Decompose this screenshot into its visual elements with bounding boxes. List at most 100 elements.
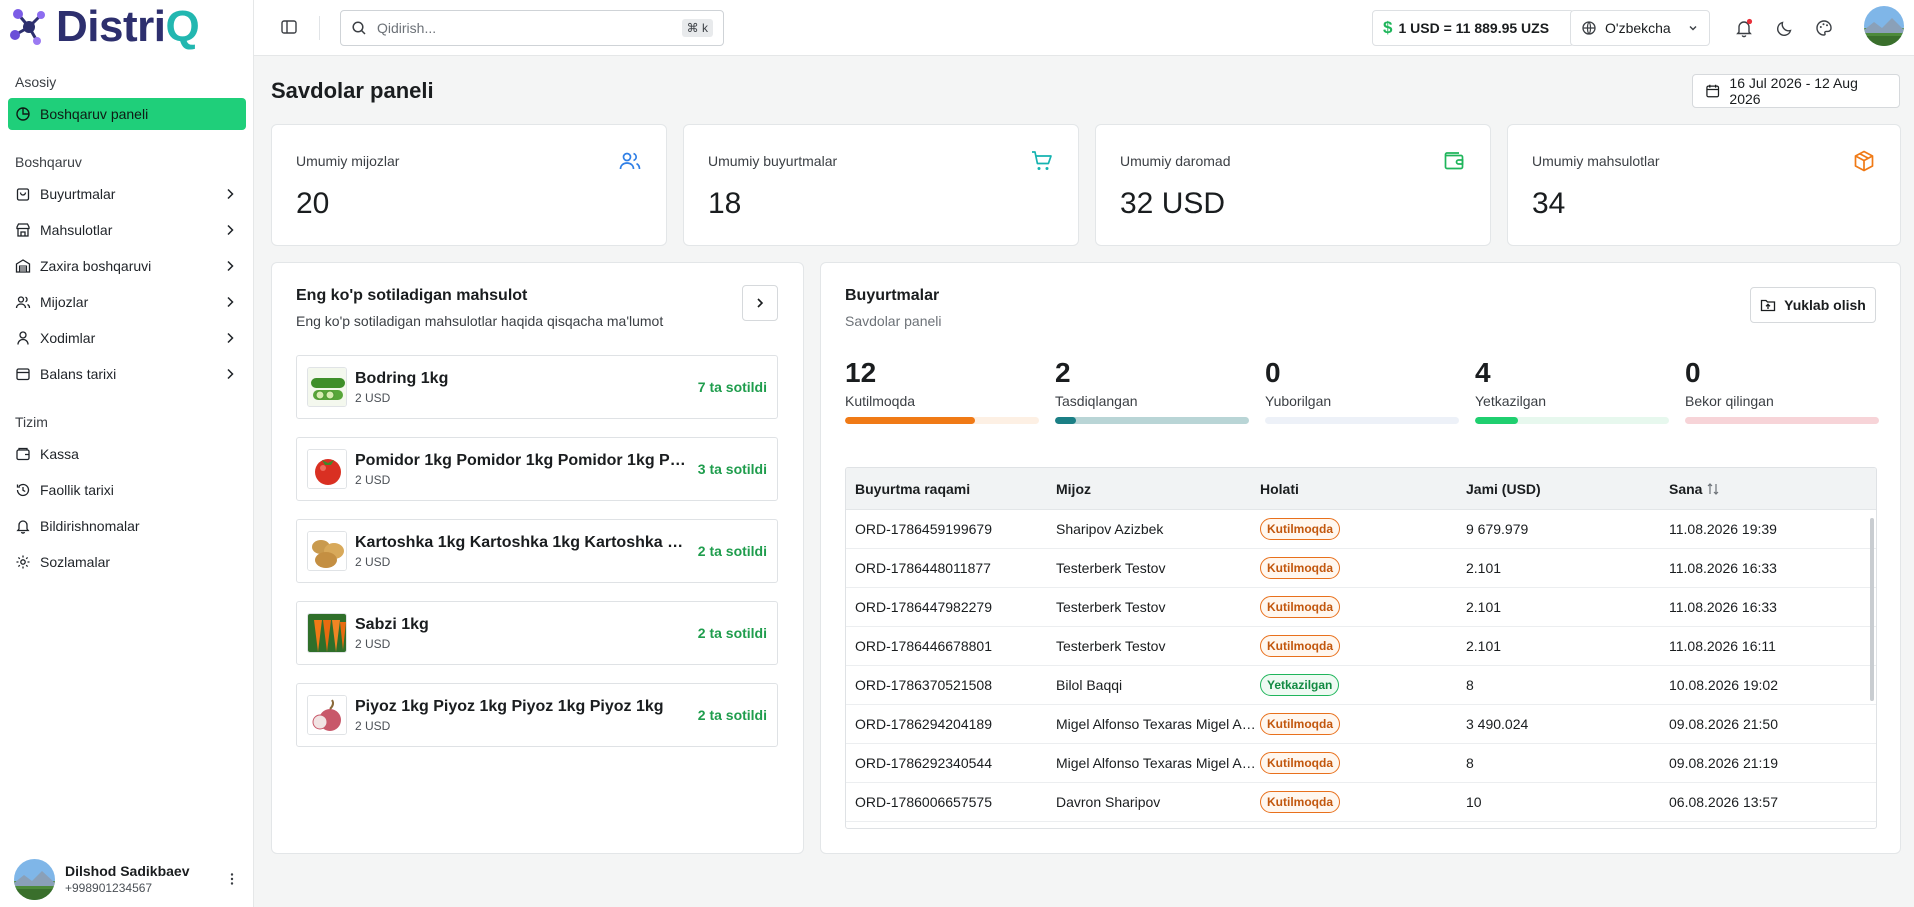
product-sold-count: 2 ta sotildi xyxy=(697,543,767,559)
more-vertical-icon[interactable] xyxy=(224,871,240,887)
palette-icon[interactable] xyxy=(1814,18,1834,38)
metric-value: 0 xyxy=(1265,357,1281,388)
stat-label: Umumiy mahsulotlar xyxy=(1532,153,1660,169)
product-item[interactable]: Pomidor 1kg Pomidor 1kg Pomidor 1kg Pomi… xyxy=(296,437,778,501)
warehouse-icon xyxy=(15,259,31,273)
section-label-system: Tizim xyxy=(15,414,48,430)
table-row[interactable]: ORD-1786446678801 Testerberk Testov Kutilm… xyxy=(846,627,1876,666)
product-item[interactable]: Bodring 1kg 2 USD 7 ta sotildi xyxy=(296,355,778,419)
product-item[interactable]: Piyoz 1kg Piyoz 1kg Piyoz 1kg Piyoz 1kg 2… xyxy=(296,683,778,747)
column-header[interactable]: Mijoz xyxy=(1052,481,1258,497)
sidebar-item-label: Balans tarixi xyxy=(40,366,117,382)
calendar-icon xyxy=(1706,84,1720,98)
sidebar-item-activity-history[interactable]: Faollik tarixi xyxy=(8,474,246,506)
date-range-picker[interactable]: 16 Jul 2026 - 12 Aug 2026 xyxy=(1692,74,1900,108)
panel-title: Eng ko'p sotiladigan mahsulot xyxy=(296,287,528,304)
order-id: ORD-1786370521508 xyxy=(855,677,992,693)
notification-bell-icon[interactable] xyxy=(1734,18,1754,38)
sidebar-item-dashboard[interactable]: Boshqaruv paneli xyxy=(8,98,246,130)
section-label-manage: Boshqaruv xyxy=(15,154,82,170)
sidebar-item-products[interactable]: Mahsulotlar xyxy=(8,214,246,246)
bag-icon xyxy=(16,188,30,201)
gear-icon xyxy=(16,555,30,569)
metric-label: Yetkazilgan xyxy=(1475,393,1547,409)
search-input[interactable]: Qidirish... ⌘ k xyxy=(340,10,724,46)
onion-image xyxy=(308,696,346,734)
metric-label: Kutilmoqda xyxy=(845,393,916,409)
sidebar-item-employees[interactable]: Xodimlar xyxy=(8,322,246,354)
order-total: 8 xyxy=(1466,677,1474,693)
metric-label: Yuborilgan xyxy=(1265,393,1332,409)
metric-progress-fill xyxy=(1475,417,1518,424)
chevron-right-icon xyxy=(227,332,234,344)
sidebar-item-customers[interactable]: Mijozlar xyxy=(8,286,246,318)
chevron-down-icon xyxy=(1689,26,1697,31)
globe-icon xyxy=(1582,21,1596,35)
product-name: Pomidor 1kg Pomidor 1kg Pomidor 1kg Pomi… xyxy=(355,451,690,469)
sidebar-item-orders[interactable]: Buyurtmalar xyxy=(8,178,246,210)
stat-value: 18 xyxy=(708,187,742,220)
logo-text: Distri xyxy=(56,2,166,51)
search-icon xyxy=(352,21,366,35)
sidebar-item-cashbox[interactable]: Kassa xyxy=(8,438,246,470)
column-header[interactable]: Jami (USD) xyxy=(1464,481,1667,497)
sidebar-item-notifications[interactable]: Bildirishnomalar xyxy=(8,510,246,542)
table-body: ORD-1786459199679 Sharipov Azizbek Kutilmo… xyxy=(846,510,1876,822)
sidebar-item-balance-history[interactable]: Balans tarixi xyxy=(8,358,246,390)
header-divider xyxy=(319,16,320,40)
sort-icon xyxy=(1708,482,1719,495)
folder-upload-icon xyxy=(1760,299,1776,312)
sidebar-item-label: Mahsulotlar xyxy=(40,222,113,238)
column-header[interactable]: Holati xyxy=(1258,481,1464,497)
chevron-right-icon xyxy=(757,298,764,308)
table-row[interactable]: ORD-1786006657575 Davron Sharipov Kutilmoq… xyxy=(846,783,1876,822)
chevron-right-icon xyxy=(227,260,234,272)
table-scrollbar[interactable] xyxy=(1870,518,1874,701)
stat-value: 20 xyxy=(296,187,330,220)
product-item[interactable]: Kartoshka 1kg Kartoshka 1kg Kartoshka 1k… xyxy=(296,519,778,583)
download-button[interactable]: Yuklab olish xyxy=(1750,287,1876,323)
pie-chart-icon xyxy=(16,107,30,121)
view-all-products-button[interactable] xyxy=(742,285,778,321)
product-name: Bodring 1kg xyxy=(355,369,449,387)
order-date: 09.08.2026 21:19 xyxy=(1669,755,1778,771)
product-name: Piyoz 1kg Piyoz 1kg Piyoz 1kg Piyoz 1kg xyxy=(355,697,664,715)
product-price: 2 USD xyxy=(355,718,391,733)
sidebar-toggle-icon[interactable] xyxy=(280,18,298,36)
table-row[interactable]: ORD-1786448011877 Testerberk Testov Kutilm… xyxy=(846,549,1876,588)
language-select[interactable]: O'zbekcha xyxy=(1570,10,1710,46)
table-row[interactable]: ORD-1786370521508 Bilol Baqqi Yetkazilgan 8… xyxy=(846,666,1876,705)
top-header: Qidirish... ⌘ k $ 1 USD = 11 889.95 UZS … xyxy=(254,0,1914,56)
download-label: Yuklab olish xyxy=(1784,297,1866,313)
table-row[interactable]: ORD-1786294204189 Migel Alfonso Texaras M… xyxy=(846,705,1876,744)
stat-card-customers: Umumiy mijozlar 20 xyxy=(271,124,667,246)
avatar xyxy=(14,858,55,900)
table-row[interactable]: ORD-1786459199679 Sharipov Azizbek Kutilmo… xyxy=(846,510,1876,549)
order-date: 11.08.2026 16:33 xyxy=(1669,599,1777,615)
column-header-sortable[interactable]: Sana xyxy=(1667,481,1720,497)
metric-progress-fill xyxy=(845,417,975,424)
sidebar-item-settings[interactable]: Sozlamalar xyxy=(8,546,246,578)
table-row[interactable]: ORD-1786447982279 Testerberk Testov Kutilm… xyxy=(846,588,1876,627)
panel-subtitle: Eng ko'p sotiladigan mahsulotlar haqida … xyxy=(296,313,664,329)
column-header[interactable]: Buyurtma raqami xyxy=(846,481,1052,497)
user-phone: +998901234567 xyxy=(65,880,153,895)
user-profile[interactable]: Dilshod Sadikbaev +998901234567 xyxy=(14,858,240,900)
stat-value: 32 USD xyxy=(1120,187,1226,220)
order-customer: Testerberk Testov xyxy=(1056,638,1166,654)
moon-icon[interactable] xyxy=(1775,18,1795,38)
app-logo[interactable]: DistriQ xyxy=(6,2,200,51)
product-item[interactable]: Sabzi 1kg 2 USD 2 ta sotildi xyxy=(296,601,778,665)
dollar-icon: $ xyxy=(1383,18,1393,37)
status-badge: Yetkazilgan xyxy=(1260,674,1340,696)
header-avatar[interactable] xyxy=(1864,6,1904,46)
table-row[interactable]: ORD-1786292340544 Migel Alfonso Texaras M… xyxy=(846,744,1876,783)
order-date: 10.08.2026 19:02 xyxy=(1669,677,1778,693)
logo-text-accent: Q xyxy=(165,2,200,51)
page-title: Savdolar paneli xyxy=(271,78,434,103)
order-id: ORD-1786446678801 xyxy=(855,638,992,654)
product-sold-count: 2 ta sotildi xyxy=(697,707,767,723)
metric-value: 0 xyxy=(1685,357,1701,388)
search-placeholder: Qidirish... xyxy=(377,20,437,36)
sidebar-item-inventory[interactable]: Zaxira boshqaruvi xyxy=(8,250,246,282)
